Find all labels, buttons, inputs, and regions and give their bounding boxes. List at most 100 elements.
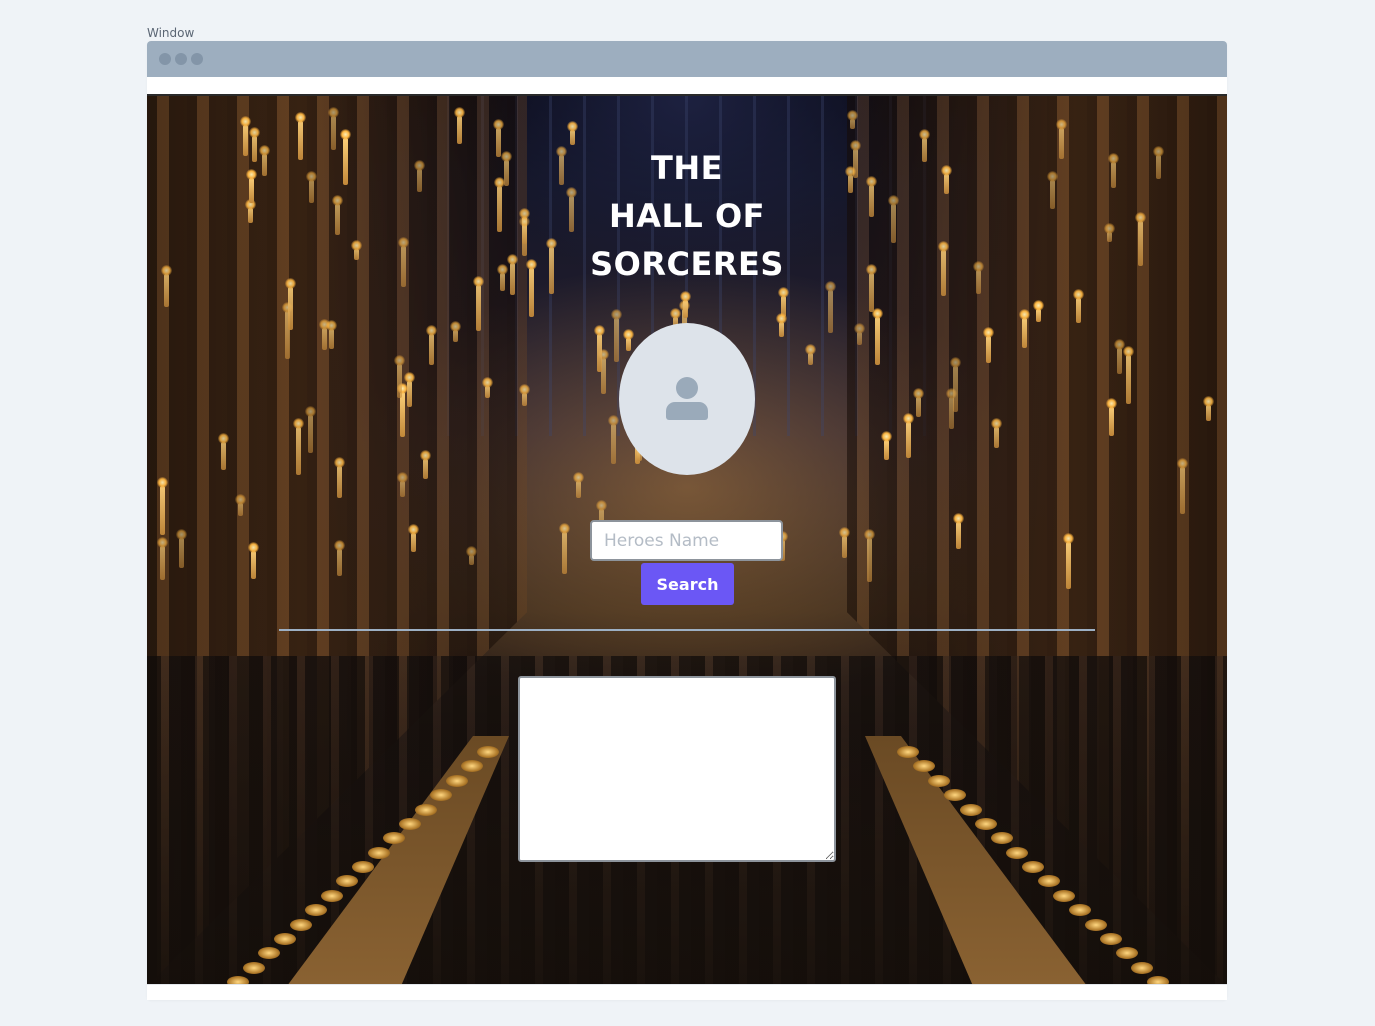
table-plate (415, 804, 437, 816)
table-plate (336, 875, 358, 887)
floating-candle (482, 377, 493, 398)
floating-candle (594, 325, 605, 372)
floating-candle (839, 527, 850, 558)
floating-candle (218, 433, 229, 470)
floating-candle (450, 321, 461, 342)
table-plate (430, 789, 452, 801)
window-titlebar (147, 41, 1227, 77)
floating-candle (611, 309, 622, 362)
floating-candle (426, 325, 437, 365)
page-title-line: SORCERES (590, 245, 784, 283)
floating-candle (608, 415, 619, 464)
floating-candle (519, 384, 530, 406)
table-plate (1022, 861, 1044, 873)
table-plate (321, 890, 343, 902)
floating-candle (397, 472, 408, 497)
floating-candle (248, 542, 259, 579)
table-plate (991, 832, 1013, 844)
floating-candle (847, 110, 858, 129)
table-plate (305, 904, 327, 916)
page-viewport: THE HALL OF SORCERES Search (147, 94, 1227, 984)
floating-candle (864, 529, 875, 582)
floating-candle (397, 383, 408, 437)
table-plate (1038, 875, 1060, 887)
floating-candle (573, 472, 584, 498)
table-plate (258, 947, 280, 959)
table-plate (1053, 890, 1075, 902)
floating-candle (567, 121, 578, 145)
table-plate (944, 789, 966, 801)
floating-candle (176, 529, 187, 568)
table-plate (1131, 962, 1153, 974)
floating-candle (305, 406, 316, 453)
hero-name-input[interactable] (590, 520, 783, 561)
floating-candle (913, 388, 924, 417)
floating-candle (404, 372, 415, 407)
floating-candle (1073, 289, 1084, 323)
floating-candle (881, 431, 892, 460)
table-plate (368, 847, 390, 859)
floating-candle (235, 494, 246, 516)
floating-candle (157, 477, 168, 535)
floating-candle (1063, 533, 1074, 589)
window-control-dot[interactable] (175, 53, 187, 65)
floating-candle (334, 540, 345, 576)
table-plate (461, 760, 483, 772)
window-bottom-strip (147, 984, 1227, 1000)
floating-candle (454, 107, 465, 144)
page-title-line: HALL OF (608, 197, 766, 235)
page-title: THE HALL OF SORCERES (147, 144, 1227, 288)
table-plate (399, 818, 421, 830)
floating-candle (1106, 398, 1117, 436)
table-plate (975, 818, 997, 830)
table-plate (290, 919, 312, 931)
table-plate (897, 746, 919, 758)
floating-candle (326, 320, 337, 349)
table-plate (1147, 976, 1169, 984)
floating-candle (293, 418, 304, 475)
floating-candle (805, 344, 816, 365)
table-plate (352, 861, 374, 873)
hero-avatar (619, 323, 755, 475)
floating-candle (854, 323, 865, 345)
floating-candle (991, 418, 1002, 448)
window-control-dot[interactable] (159, 53, 171, 65)
floating-candle (394, 355, 405, 398)
floating-candle (983, 327, 994, 363)
floating-candle (334, 457, 345, 498)
hero-result-textarea[interactable] (518, 676, 836, 862)
floating-candle (1123, 346, 1134, 404)
table-plate (1100, 933, 1122, 945)
table-plate (243, 962, 265, 974)
floating-candle (408, 524, 419, 552)
user-placeholder-icon-body (666, 402, 708, 420)
floating-candle (466, 546, 477, 565)
page-title-line: THE (651, 149, 723, 187)
floating-candle (157, 537, 168, 580)
floating-candle (1114, 339, 1125, 374)
floating-candle (950, 357, 961, 412)
window-label: Window (147, 26, 195, 40)
table-plate (1069, 904, 1091, 916)
table-plate (913, 760, 935, 772)
table-plate (1006, 847, 1028, 859)
search-button[interactable]: Search (641, 563, 734, 605)
floating-candle (285, 278, 296, 330)
window-control-dot[interactable] (191, 53, 203, 65)
table-plate (477, 746, 499, 758)
table-plate (383, 832, 405, 844)
table-plate (446, 775, 468, 787)
user-placeholder-icon (676, 377, 698, 399)
floating-candle (872, 308, 883, 365)
floating-candle (1203, 396, 1214, 421)
table-plate (1116, 947, 1138, 959)
table-plate (274, 933, 296, 945)
floating-candle (953, 513, 964, 549)
floating-candle (903, 413, 914, 458)
floating-candle (473, 276, 484, 331)
floating-candle (825, 281, 836, 333)
browser-window: THE HALL OF SORCERES Search (147, 41, 1227, 1000)
table-plate (1085, 919, 1107, 931)
floating-candle (1019, 309, 1030, 348)
floating-candle (559, 523, 570, 574)
